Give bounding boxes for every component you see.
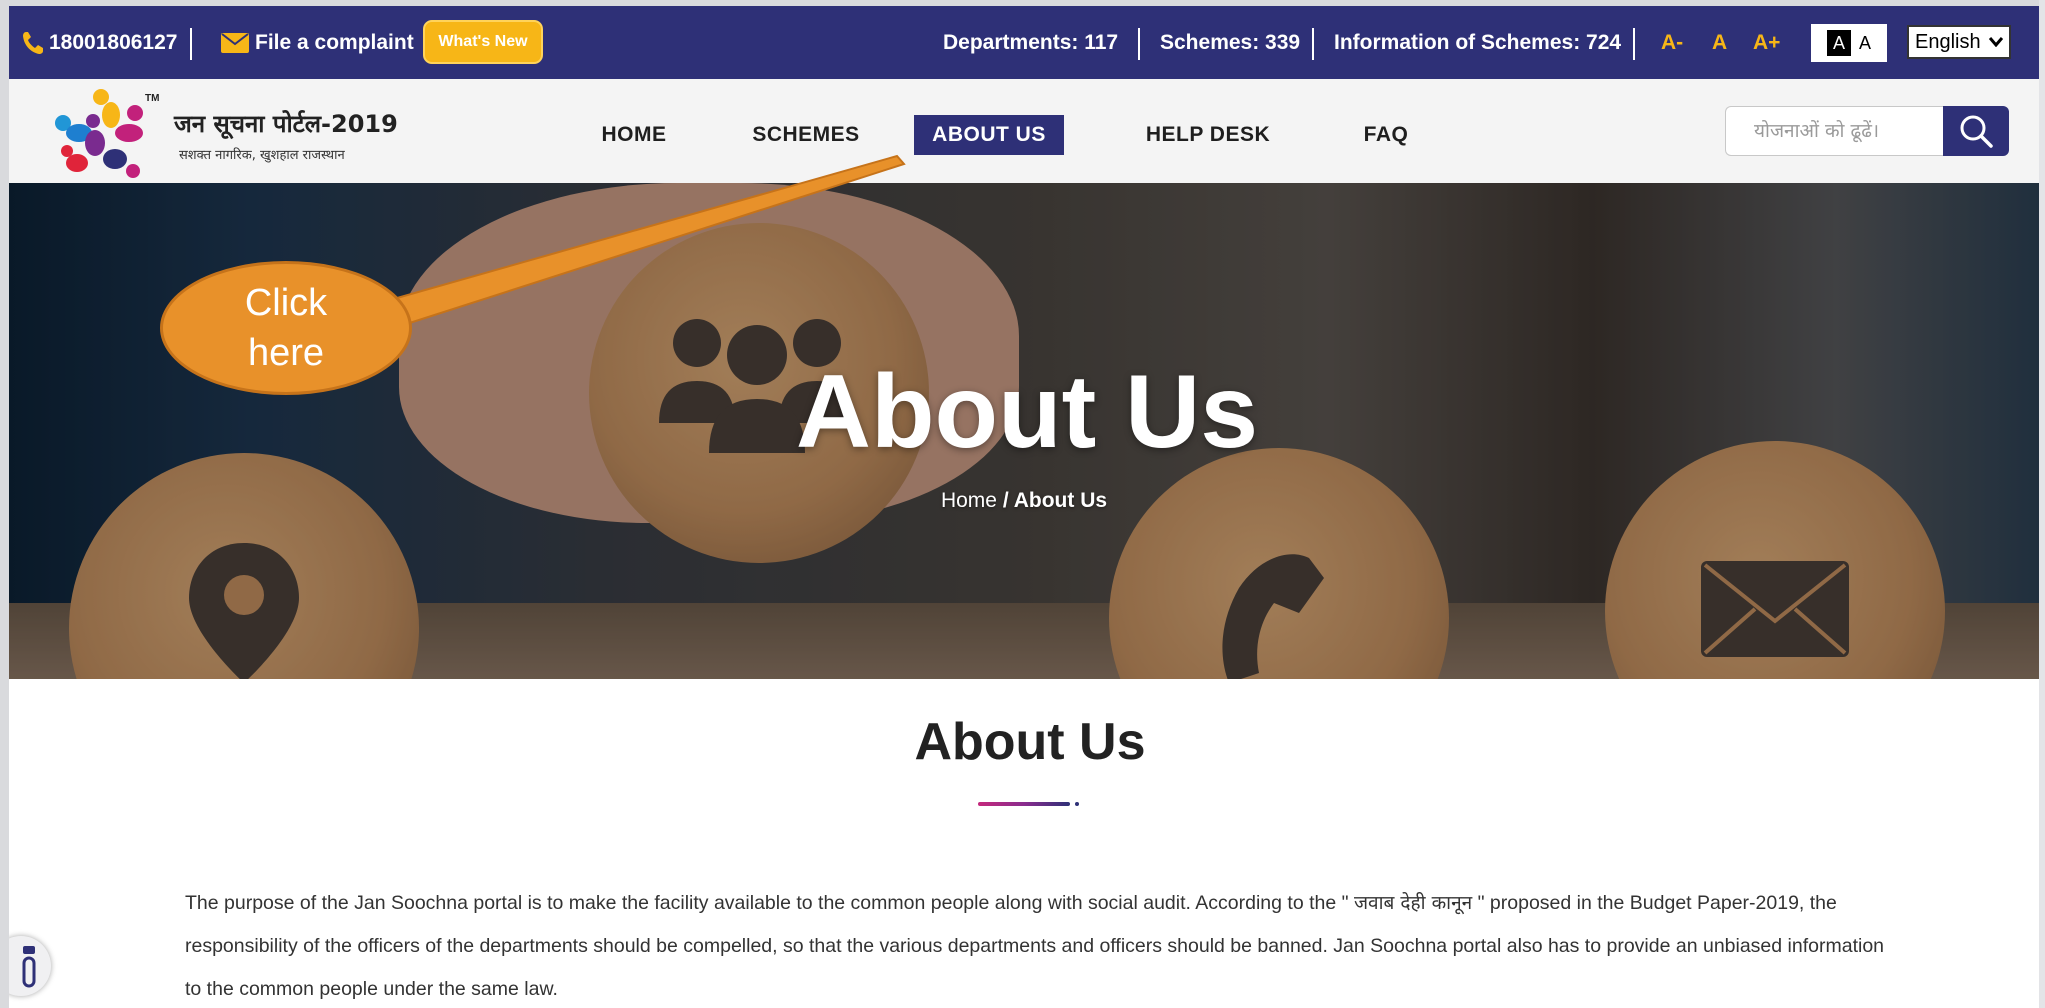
phone-number: 18001806127: [49, 30, 178, 54]
schemes-count[interactable]: Schemes: 339: [1160, 6, 1300, 79]
font-normal-button[interactable]: A: [1712, 6, 1727, 79]
search-button[interactable]: [1943, 106, 2009, 156]
main-nav: TM जन सूचना पोर्टल-2019 सशक्त नागरिक, खु…: [9, 79, 2039, 183]
contrast-light-option[interactable]: A: [1859, 33, 1871, 54]
language-select[interactable]: English: [1907, 25, 2011, 59]
page-frame: 18001806127 File a complaint What's New …: [9, 6, 2039, 1008]
breadcrumb-separator: /: [996, 489, 1014, 512]
nav-home[interactable]: HOME: [569, 115, 699, 155]
screen-edge-left: [0, 0, 9, 1008]
accessibility-icon: [22, 946, 36, 988]
contrast-toggle[interactable]: A A: [1811, 24, 1887, 62]
portal-title: जन सूचना पोर्टल-2019: [174, 110, 398, 138]
whats-new-button[interactable]: What's New: [423, 20, 543, 64]
complaint-label: File a complaint: [255, 30, 414, 54]
scheme-search-input[interactable]: [1725, 106, 1945, 156]
nav-faq[interactable]: FAQ: [1331, 115, 1441, 155]
about-paragraph: The purpose of the Jan Soochna portal is…: [185, 882, 1885, 1008]
heading-underline-dot: [1075, 802, 1079, 806]
departments-count[interactable]: Departments: 117: [943, 6, 1118, 79]
separator: [1138, 28, 1140, 60]
breadcrumb-current: About Us: [1013, 489, 1108, 512]
nav-about-us[interactable]: ABOUT US: [914, 115, 1064, 155]
phone-icon: [23, 31, 43, 54]
contrast-dark-option[interactable]: A: [1826, 30, 1851, 56]
about-text-part1: The purpose of the Jan Soochna portal is…: [185, 892, 1354, 914]
search-icon: [1960, 115, 1993, 148]
top-bar: 18001806127 File a complaint What's New …: [9, 6, 2039, 79]
portal-tagline: सशक्त नागरिक, खुशहाल राजस्थान: [179, 148, 345, 163]
helpline-link[interactable]: 18001806127: [21, 6, 177, 79]
separator: [1312, 28, 1314, 60]
font-increase-button[interactable]: A+: [1753, 6, 1780, 79]
logo-icon: TM: [55, 89, 159, 178]
mail-icon: [221, 32, 249, 53]
language-value: English: [1915, 30, 1981, 53]
svg-text:TM: TM: [145, 93, 159, 104]
hero-banner: About Us Home / About Us: [9, 183, 2039, 679]
nav-schemes[interactable]: SCHEMES: [731, 115, 881, 155]
separator: [190, 28, 192, 60]
separator: [1633, 28, 1635, 60]
screen-edge-right: [2039, 0, 2045, 1008]
portal-logo[interactable]: TM: [49, 85, 169, 181]
breadcrumb: Home / About Us: [9, 489, 2039, 513]
chevron-down-icon: [1989, 37, 2003, 47]
breadcrumb-home[interactable]: Home: [941, 489, 997, 512]
nav-help-desk[interactable]: HELP DESK: [1133, 115, 1283, 155]
font-decrease-button[interactable]: A-: [1661, 6, 1683, 79]
about-text-hindi: जवाब देही कानून: [1353, 892, 1473, 914]
heading-underline: [978, 802, 1070, 806]
section-heading: About Us: [914, 713, 1146, 771]
info-schemes-count[interactable]: Information of Schemes: 724: [1334, 6, 1621, 79]
accessibility-button[interactable]: [9, 936, 51, 996]
click-here-callout: Click here: [160, 261, 412, 395]
complaint-link[interactable]: File a complaint: [221, 6, 414, 79]
